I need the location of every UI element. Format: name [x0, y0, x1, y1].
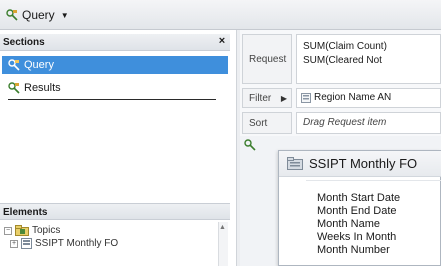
topic-field-item[interactable]: Weeks In Month [317, 231, 396, 244]
section-item-label: Results [24, 82, 61, 94]
results-icon [8, 82, 20, 94]
topic-field-item[interactable]: Month End Date [317, 205, 397, 218]
request-item[interactable]: SUM(Claim Count) [303, 40, 440, 54]
sort-label-text: Sort [249, 117, 268, 129]
topic-icon [21, 238, 32, 249]
request-label-text: Request [249, 53, 287, 65]
section-item-query[interactable]: Query [2, 56, 228, 74]
tree-item-label: Topics [32, 225, 61, 236]
folder-icon [15, 225, 29, 236]
query-menu-button[interactable]: Query ▼ [2, 6, 73, 24]
close-icon[interactable]: × [216, 35, 228, 47]
expand-arrow-icon[interactable]: ▶ [281, 94, 287, 103]
topic-field-item[interactable]: Month Start Date [317, 192, 400, 205]
topic-field-item[interactable]: Month Name [317, 218, 380, 231]
sort-placeholder: Drag Request item [303, 117, 387, 128]
collapse-icon[interactable]: − [4, 226, 12, 235]
chevron-down-icon: ▼ [60, 10, 69, 20]
topic-window-title: SSIPT Monthly FO [309, 156, 418, 171]
topic-divider [306, 180, 441, 181]
topic-folder-icon [287, 157, 303, 170]
query-icon [6, 9, 18, 21]
request-drop-zone[interactable]: SUM(Claim Count) SUM(Cleared Not [296, 34, 441, 84]
query-icon [244, 139, 256, 151]
filter-item-label: Region Name AN [314, 92, 392, 103]
tree-item-label: SSIPT Monthly FO [35, 238, 119, 249]
tree-item-topics[interactable]: − Topics [4, 224, 60, 237]
filter-item-icon [301, 92, 311, 103]
tree-item-ssipt-monthly-fo[interactable]: + SSIPT Monthly FO [10, 237, 118, 250]
sort-drop-zone[interactable]: Drag Request item [296, 112, 441, 134]
sections-title: Sections [3, 37, 45, 48]
topic-window-title-bar[interactable]: SSIPT Monthly FO [279, 151, 441, 177]
elements-title: Elements [3, 207, 48, 218]
topic-field-item[interactable]: Month Number [317, 244, 390, 254]
filter-label: Filter ▶ [242, 88, 292, 108]
filter-label-text: Filter [249, 92, 272, 104]
scroll-up-icon[interactable]: ▲ [219, 224, 226, 231]
section-item-label: Query [24, 59, 54, 71]
expand-icon[interactable]: + [10, 239, 18, 248]
query-menu-label: Query [22, 8, 55, 22]
section-divider [8, 99, 216, 100]
request-item[interactable]: SUM(Cleared Not [303, 54, 440, 68]
section-item-results[interactable]: Results [2, 79, 228, 97]
request-label: Request [242, 34, 292, 84]
sort-label: Sort [242, 112, 292, 134]
filter-item[interactable]: Region Name AN [301, 92, 391, 103]
filter-drop-zone[interactable]: Region Name AN [296, 88, 441, 108]
query-icon [8, 59, 20, 71]
